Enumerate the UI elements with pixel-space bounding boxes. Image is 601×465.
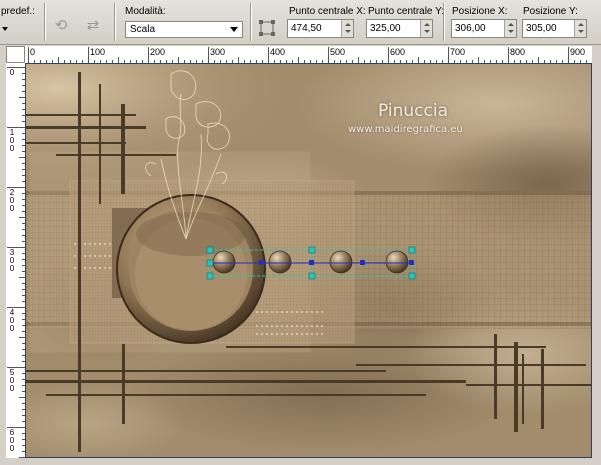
rotate-icon[interactable]: ⟲ bbox=[50, 16, 72, 36]
ruler-label: 500 bbox=[9, 368, 15, 393]
ruler-tick bbox=[448, 47, 449, 63]
spin-up-icon[interactable] bbox=[424, 23, 430, 26]
ruler-label: 800 bbox=[510, 47, 526, 57]
spin-down-icon[interactable] bbox=[578, 30, 584, 33]
bottom-edge bbox=[6, 458, 601, 465]
center-y-field[interactable]: 325,00 bbox=[366, 19, 433, 38]
preset-dropdown-arrow-icon[interactable] bbox=[2, 27, 8, 31]
artwork bbox=[26, 64, 591, 457]
spin-buttons[interactable] bbox=[574, 20, 586, 37]
ruler-label: 0 bbox=[30, 47, 36, 57]
spin-down-icon[interactable] bbox=[345, 30, 351, 33]
preset-label: predef.: bbox=[1, 6, 35, 17]
spin-buttons[interactable] bbox=[504, 20, 516, 37]
watermark-title: Pinuccia bbox=[378, 101, 448, 121]
pick-xy-icon[interactable] bbox=[259, 20, 275, 36]
ruler-tick bbox=[328, 47, 329, 63]
ruler-tick bbox=[268, 47, 269, 63]
mode-select[interactable]: Scala bbox=[125, 21, 243, 38]
ruler-label: 600 bbox=[390, 47, 406, 57]
center-y-label: Punto centrale Y: bbox=[368, 6, 444, 17]
mode-value: Scala bbox=[130, 24, 156, 35]
ruler-tick bbox=[508, 47, 509, 63]
mode-label: Modalità: bbox=[125, 6, 166, 17]
ruler-label: 300 bbox=[210, 47, 226, 57]
ruler-tick bbox=[568, 47, 569, 63]
right-edge bbox=[592, 46, 601, 461]
spin-up-icon[interactable] bbox=[508, 23, 514, 26]
position-y-value: 305,00 bbox=[526, 23, 557, 34]
toolbar-separator bbox=[114, 3, 115, 41]
horizontal-ruler: 0 100 200 300 400 500 600 700 800 900 bbox=[25, 46, 592, 64]
ruler-label: 100 bbox=[9, 128, 15, 153]
ruler-label: 100 bbox=[90, 47, 106, 57]
image-canvas[interactable]: Pinuccia www.maidiregrafica.eu bbox=[25, 63, 592, 458]
tool-options-bar: predef.: ⟲ ⇄ Modalità: Scala Punto centr… bbox=[0, 0, 601, 45]
ruler-tick bbox=[28, 47, 29, 63]
spin-up-icon[interactable] bbox=[345, 23, 351, 26]
ruler-label: 0 bbox=[9, 68, 15, 77]
spin-down-icon[interactable] bbox=[424, 30, 430, 33]
ruler-tick bbox=[88, 47, 89, 63]
ruler-label: 500 bbox=[330, 47, 346, 57]
toolbar-separator bbox=[250, 3, 251, 41]
center-x-field[interactable]: 474,50 bbox=[287, 19, 354, 38]
ruler-label: 200 bbox=[150, 47, 166, 57]
spin-buttons[interactable] bbox=[420, 20, 432, 37]
ruler-label: 600 bbox=[9, 428, 15, 453]
flip-icon[interactable]: ⇄ bbox=[82, 16, 104, 36]
position-y-label: Posizione Y: bbox=[523, 6, 578, 17]
position-x-value: 306,00 bbox=[455, 23, 486, 34]
center-y-value: 325,00 bbox=[370, 23, 401, 34]
watermark-url: www.maidiregrafica.eu bbox=[348, 124, 463, 135]
ruler-label: 400 bbox=[270, 47, 286, 57]
ruler-label: 200 bbox=[9, 188, 15, 213]
position-x-field[interactable]: 306,00 bbox=[451, 19, 517, 38]
spin-up-icon[interactable] bbox=[578, 23, 584, 26]
ruler-tick bbox=[148, 47, 149, 63]
ruler-label: 900 bbox=[570, 47, 586, 57]
ruler-tick bbox=[388, 47, 389, 63]
ruler-label: 400 bbox=[9, 308, 15, 333]
toolbar-separator bbox=[44, 3, 45, 41]
center-x-value: 474,50 bbox=[291, 23, 322, 34]
ruler-label: 700 bbox=[450, 47, 466, 57]
spin-buttons[interactable] bbox=[341, 20, 353, 37]
position-x-label: Posizione X: bbox=[452, 6, 508, 17]
ruler-tick bbox=[208, 47, 209, 63]
position-y-field[interactable]: 305,00 bbox=[522, 19, 587, 38]
center-x-label: Punto centrale X: bbox=[289, 6, 366, 17]
vertical-ruler: 0 100 200 300 400 500 600 bbox=[6, 63, 26, 458]
ruler-corner bbox=[6, 46, 25, 63]
toolbar-separator bbox=[443, 3, 444, 41]
ruler-label: 300 bbox=[9, 248, 15, 273]
chevron-down-icon bbox=[230, 27, 238, 32]
spin-down-icon[interactable] bbox=[508, 30, 514, 33]
